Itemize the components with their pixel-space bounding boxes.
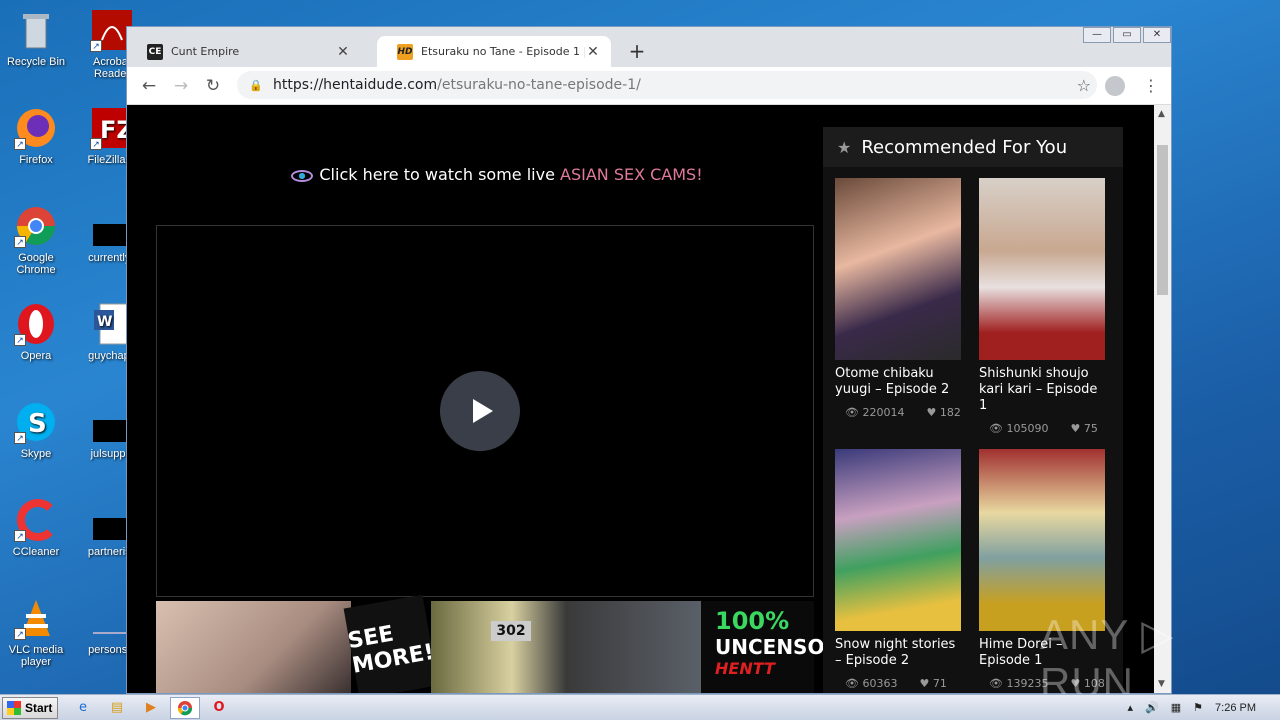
close-icon[interactable]: ✕ [585, 44, 601, 60]
card-title[interactable]: Shishunki shoujo kari kari – Episode 1 [979, 366, 1105, 414]
card-thumbnail[interactable] [835, 449, 961, 631]
desktop-icon-opera[interactable]: ↗ Opera [0, 302, 72, 362]
ad-image-character [156, 601, 351, 693]
address-bar[interactable]: 🔒 https://hentaidude.com/etsuraku-no-tan… [237, 71, 1097, 99]
ccleaner-icon: ↗ [14, 498, 58, 542]
views-icon: 👁 220014 [845, 406, 905, 419]
scroll-thumb[interactable] [1157, 145, 1168, 295]
play-icon [473, 399, 493, 423]
start-button[interactable]: Start [2, 696, 58, 719]
likes-icon: ♥ 182 [926, 406, 961, 419]
recommended-card[interactable]: Shishunki shoujo kari kari – Episode 1 👁… [979, 178, 1105, 435]
ad-banner[interactable]: SEE MORE! 302 100% UNCENSO HENTT [156, 594, 824, 693]
desktop-icon-skype[interactable]: S ↗ Skype [0, 400, 72, 460]
sidebar-title: ★ Recommended For You [823, 127, 1123, 167]
explorer-taskbar-icon[interactable]: ▤ [102, 697, 132, 719]
eye-icon [291, 169, 314, 182]
page-scrollbar[interactable]: ▲ ▼ [1154, 105, 1171, 693]
desktop-icon-ccleaner[interactable]: ↗ CCleaner [0, 498, 72, 558]
back-icon[interactable]: ← [133, 76, 165, 96]
volume-icon[interactable]: 🔊 [1145, 701, 1159, 714]
views-icon: 👁 60363 [845, 677, 898, 690]
opera-icon: ↗ [14, 302, 58, 346]
likes-icon: ♥ 71 [919, 677, 947, 690]
menu-kebab-icon[interactable]: ⋮ [1143, 76, 1159, 95]
ie-taskbar-icon[interactable]: e [68, 697, 98, 719]
forward-icon[interactable]: → [165, 76, 197, 96]
maximize-button[interactable]: ▭ [1113, 27, 1141, 43]
minimize-button[interactable]: — [1083, 27, 1111, 43]
tab-strip: CE Cunt Empire ✕ HD Etsuraku no Tane - E… [127, 27, 1171, 67]
clock[interactable]: 7:26 PM [1215, 702, 1256, 714]
page-viewport: Click here to watch some live ASIAN SEX … [127, 105, 1155, 693]
chrome-icon: ↗ [14, 204, 58, 248]
ad-door-number: 302 [491, 621, 531, 641]
recycle-bin-icon [14, 8, 58, 52]
ad-see-more: SEE MORE! [343, 594, 439, 693]
bookmark-star-icon[interactable]: ☆ [1077, 76, 1091, 95]
url-path: /etsuraku-no-tane-episode-1/ [437, 77, 641, 93]
promo-link[interactable]: Click here to watch some live ASIAN SEX … [127, 165, 867, 184]
card-title[interactable]: Snow night stories – Episode 2 [835, 637, 961, 669]
desktop-icon-vlc[interactable]: ↗ VLC media player [0, 596, 72, 668]
card-title[interactable]: Otome chibaku yuugi – Episode 2 [835, 366, 961, 398]
svg-text:S: S [28, 409, 47, 439]
browser-window: CE Cunt Empire ✕ HD Etsuraku no Tane - E… [126, 26, 1172, 694]
lock-icon: 🔒 [249, 78, 263, 92]
play-button[interactable] [440, 371, 520, 451]
new-tab-button[interactable]: + [625, 39, 649, 63]
network-icon[interactable]: ▦ [1171, 701, 1181, 714]
chrome-taskbar-icon[interactable] [170, 696, 200, 719]
video-player[interactable] [156, 225, 814, 597]
recommended-sidebar: ★ Recommended For You Otome chibaku yuug… [823, 127, 1123, 693]
card-thumbnail[interactable] [979, 178, 1105, 360]
svg-text:W: W [97, 314, 112, 330]
desktop-icon-firefox[interactable]: ↗ Firefox [0, 106, 72, 166]
desktop-icon-recycle-bin[interactable]: Recycle Bin [0, 8, 72, 68]
action-center-flag-icon[interactable]: ⚑ [1193, 701, 1203, 714]
opera-taskbar-icon[interactable]: O [204, 697, 234, 719]
firefox-icon: ↗ [14, 106, 58, 150]
likes-icon: ♥ 75 [1070, 422, 1098, 435]
window-controls: — ▭ ✕ [1081, 27, 1171, 43]
profile-avatar-icon[interactable] [1105, 76, 1125, 96]
close-icon[interactable]: ✕ [335, 44, 351, 60]
scroll-up-icon[interactable]: ▲ [1158, 109, 1165, 119]
recommended-card[interactable]: Snow night stories – Episode 2 👁 60363 ♥ … [835, 449, 961, 690]
tab-cunt-empire[interactable]: CE Cunt Empire ✕ [127, 36, 361, 67]
tab-favicon: HD [397, 43, 413, 60]
ad-uncensored-panel: 100% UNCENSO HENTT [701, 601, 824, 693]
windows-flag-icon [7, 700, 21, 715]
tab-etsuraku[interactable]: HD Etsuraku no Tane - Episode 1 | Hent ✕ [377, 36, 611, 67]
desktop-icon-chrome[interactable]: ↗ Google Chrome [0, 204, 72, 276]
star-icon: ★ [837, 137, 852, 157]
ad-image-scene: 302 [431, 601, 701, 693]
tab-favicon: CE [147, 43, 163, 60]
recommended-card[interactable]: Otome chibaku yuugi – Episode 2 👁 220014… [835, 178, 961, 419]
url-host: https://hentaidude.com [273, 77, 438, 93]
taskbar: Start e ▤ ▶ O ▴ 🔊 ▦ ⚑ 7:26 PM [0, 694, 1280, 720]
tray-up-arrow-icon[interactable]: ▴ [1128, 701, 1134, 714]
skype-icon: S ↗ [14, 400, 58, 444]
card-thumbnail[interactable] [835, 178, 961, 360]
anyrun-watermark: ANY ▷ RUN [1040, 611, 1175, 706]
system-tray: ▴ 🔊 ▦ ⚑ 7:26 PM [1128, 701, 1256, 715]
reload-icon[interactable]: ↻ [197, 76, 229, 96]
close-window-button[interactable]: ✕ [1143, 27, 1171, 43]
views-icon: 👁 105090 [989, 422, 1049, 435]
card-thumbnail[interactable] [979, 449, 1105, 631]
media-player-taskbar-icon[interactable]: ▶ [136, 697, 166, 719]
browser-toolbar: ← → ↻ 🔒 https://hentaidude.com/etsuraku-… [127, 67, 1171, 105]
vlc-icon: ↗ [14, 596, 58, 640]
